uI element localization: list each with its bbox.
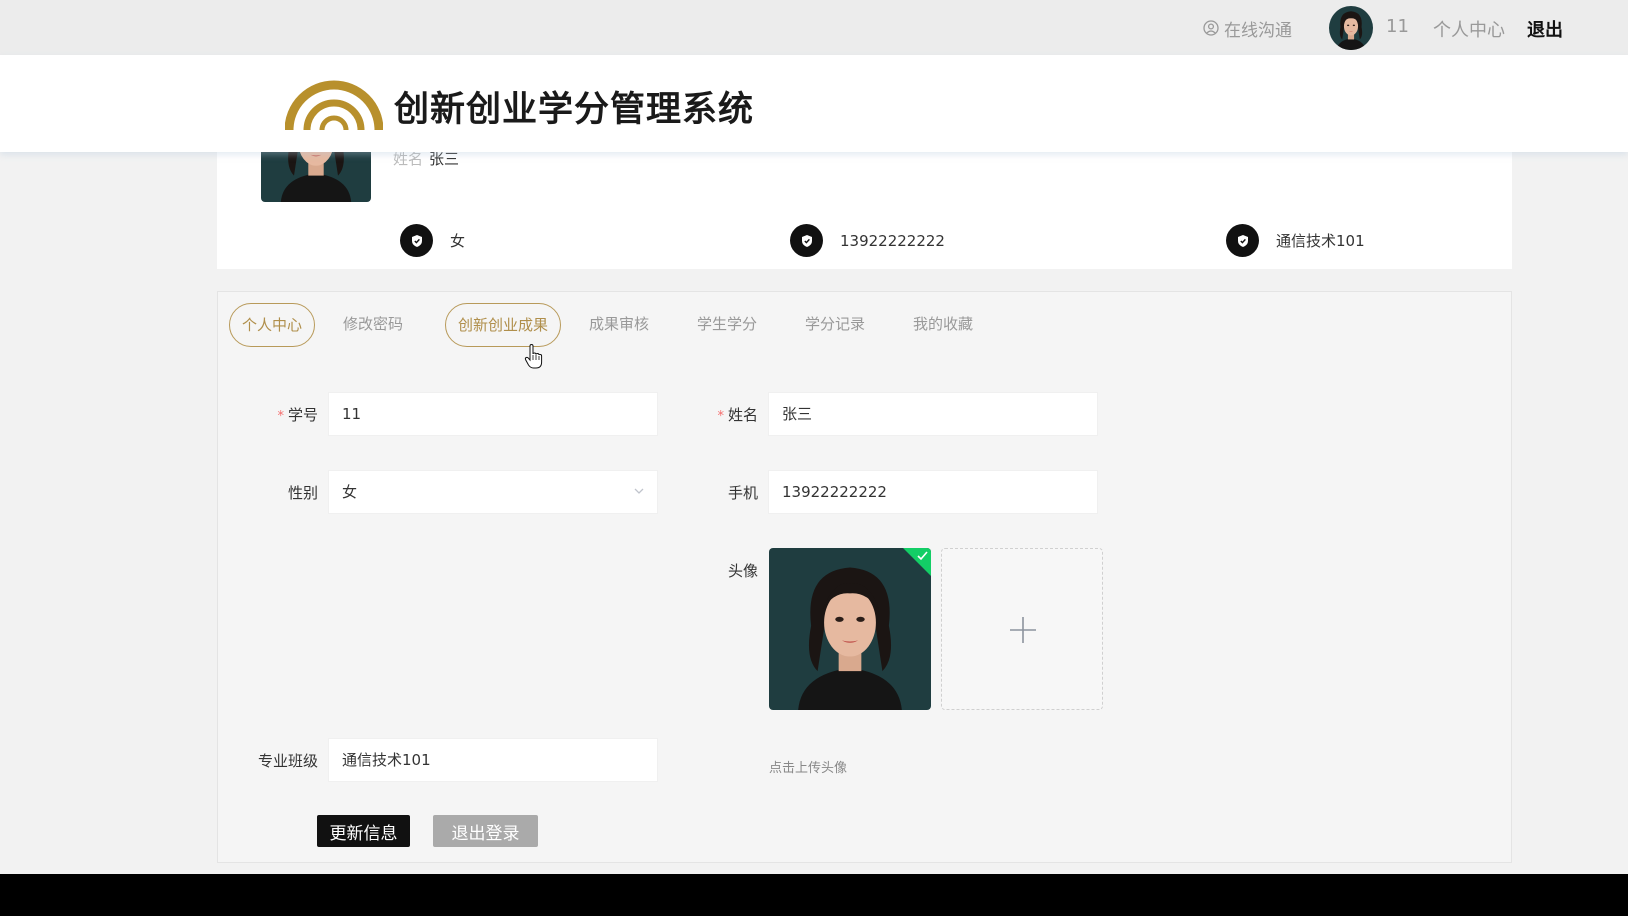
online-chat-link[interactable]: 在线沟通 [1203,16,1292,41]
student-id-label: * 学号 [277,406,318,424]
user-avatar-image [1329,6,1373,50]
check-icon [917,551,928,561]
tab-credit-records[interactable]: 学分记录 [795,303,875,347]
bottom-bar [0,874,1628,916]
hand-cursor-icon [524,344,543,369]
profile-class: 通信技术101 [1226,224,1365,257]
top-bar: 在线沟通 11 个人中心 退出 [0,0,1628,55]
update-info-button[interactable]: 更新信息 [317,815,410,847]
profile-name-label: 姓名 [393,150,424,168]
content-panel: 个人中心 修改密码 创新创业成果 成果审核 学生学分 学分记录 我的收藏 * 学号… [217,291,1512,863]
shield-icon [790,224,823,257]
personal-center-link[interactable]: 个人中心 [1433,16,1505,42]
avatar-upload-button[interactable] [941,548,1103,710]
profile-gender: 女 [400,224,465,257]
student-id-field[interactable]: 11 [328,392,658,436]
gender-label: 性别 [287,484,318,502]
site-title: 创新创业学分管理系统 [394,90,755,130]
tab-result-review[interactable]: 成果审核 [579,303,659,347]
name-field[interactable]: 张三 [768,392,1098,436]
logo[interactable] [285,72,383,132]
profile-name-value: 张三 [429,150,460,168]
user-circle-icon [1203,20,1219,36]
phone-field[interactable]: 13922222222 [768,470,1098,514]
tab-my-favorites[interactable]: 我的收藏 [903,303,983,347]
chevron-down-icon [634,488,644,494]
profile-phone-value: 13922222222 [840,231,945,250]
profile-card: 姓名 张三 女 13922222222 通信技术101 [217,140,1512,269]
name-label: * 姓名 [717,406,758,424]
phone-label: 手机 [727,484,758,502]
profile-class-value: 通信技术101 [1276,232,1365,250]
username: 11 [1386,16,1409,37]
tab-personal-center[interactable]: 个人中心 [229,303,315,347]
avatar-label: 头像 [727,562,758,580]
site-header: 创新创业学分管理系统 [0,55,1628,152]
tab-change-password[interactable]: 修改密码 [333,303,413,347]
online-chat-label: 在线沟通 [1224,20,1292,41]
upload-hint: 点击上传头像 [769,761,848,776]
avatar[interactable] [1329,6,1373,50]
shield-icon [1226,224,1259,257]
profile-gender-value: 女 [450,232,466,250]
plus-icon [1010,617,1036,643]
gender-selected-value: 女 [342,483,358,501]
class-label: 专业班级 [257,752,318,770]
tab-student-credits[interactable]: 学生学分 [687,303,767,347]
avatar-preview[interactable] [769,548,931,710]
profile-phone: 13922222222 [790,224,945,257]
tab-innovation-results[interactable]: 创新创业成果 [445,303,561,347]
class-field[interactable]: 通信技术101 [328,738,658,782]
logout-link[interactable]: 退出 [1527,16,1563,42]
logout-button[interactable]: 退出登录 [433,815,538,847]
upload-success-badge [903,548,931,576]
shield-icon [400,224,433,257]
gender-select[interactable]: 女 [328,470,658,514]
